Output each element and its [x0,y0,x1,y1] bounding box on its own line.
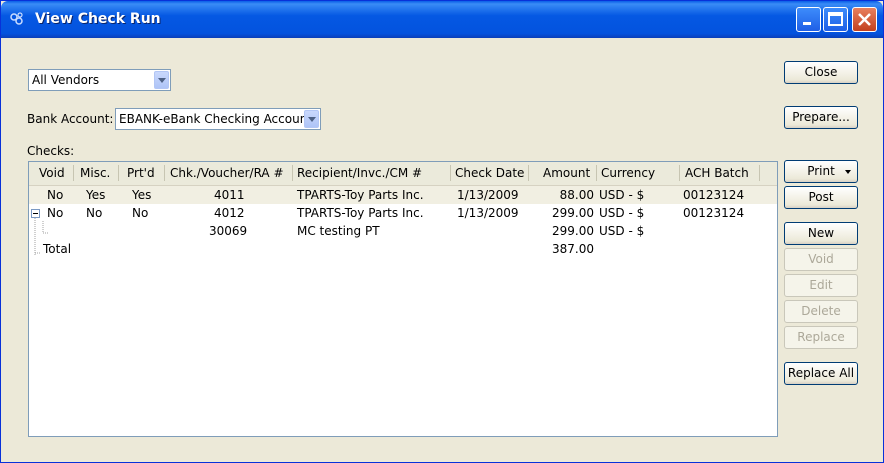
replace-all-button[interactable]: Replace All [784,362,858,385]
check-run-window: View Check Run All Vendors Bank Account:… [0,0,884,463]
cell-currency: USD - $ [599,188,645,202]
cell-currency: USD - $ [599,224,645,238]
close-button[interactable]: Close [784,61,858,84]
cell-number: 4011 [214,188,245,202]
cell-ach-batch: 00123124 [683,188,745,202]
column-header-misc[interactable]: Misc. [80,166,110,180]
cell-amount: 299.00 [552,206,594,220]
cell-printed: Yes [132,188,152,202]
column-header-check-date[interactable]: Check Date [455,166,524,180]
cell-void: No [47,188,64,202]
table-row[interactable]: No Yes Yes 4011 TPARTS-Toy Parts Inc. 1/… [29,186,777,204]
maximize-button[interactable] [823,7,848,32]
checks-header: Void Misc. Prt'd Chk./Voucher/RA # Recip… [29,162,777,186]
window-title: View Check Run [35,11,161,27]
bank-account-label: Bank Account: [27,112,114,126]
checks-label: Checks: [27,144,75,158]
print-button-label: Print [807,164,835,178]
vendor-select[interactable]: All Vendors [28,69,171,91]
cell-void: No [47,206,64,220]
column-header-currency[interactable]: Currency [601,166,655,180]
column-header-number[interactable]: Chk./Voucher/RA # [170,166,284,180]
cell-total-amount: 387.00 [552,242,594,256]
table-row-total[interactable]: Total 387.00 [29,240,777,258]
cell-amount: 88.00 [559,188,594,202]
close-window-button[interactable] [852,7,877,32]
maximize-icon [828,12,843,26]
cell-misc: No [86,206,103,220]
minimize-icon [803,22,811,25]
column-header-amount[interactable]: Amount [543,166,590,180]
dropdown-arrow-icon [845,170,851,174]
table-row[interactable]: 30069 MC testing PT 299.00 USD - $ [29,222,777,240]
cell-printed: No [132,206,149,220]
window-content: All Vendors Bank Account: EBANK-eBank Ch… [4,38,880,460]
checks-tree[interactable]: Void Misc. Prt'd Chk./Voucher/RA # Recip… [28,161,778,437]
cell-total-label: Total [43,242,72,256]
chevron-down-icon[interactable] [304,110,319,128]
cell-check-date: 1/13/2009 [457,188,519,202]
cell-currency: USD - $ [599,206,645,220]
cell-number: 4012 [214,206,245,220]
cell-recipient: TPARTS-Toy Parts Inc. [297,188,424,202]
post-button[interactable]: Post [784,186,858,209]
print-button[interactable]: Print [784,160,858,183]
column-header-ach-batch[interactable]: ACH Batch [685,166,749,180]
bank-account-value: EBANK-eBank Checking Account [119,112,313,126]
prepare-button[interactable]: Prepare... [784,106,858,129]
table-row[interactable]: No No No 4012 TPARTS-Toy Parts Inc. 1/13… [29,204,777,222]
close-icon [858,13,871,26]
minimize-button[interactable] [796,7,821,32]
cell-check-date: 1/13/2009 [457,206,519,220]
delete-button[interactable]: Delete [784,300,858,323]
cell-ach-batch: 00123124 [683,206,745,220]
column-header-printed[interactable]: Prt'd [127,166,155,180]
cell-recipient: MC testing PT [297,224,380,238]
cell-misc: Yes [86,188,106,202]
replace-button[interactable]: Replace [784,326,858,349]
cell-recipient: TPARTS-Toy Parts Inc. [297,206,424,220]
edit-button[interactable]: Edit [784,274,858,297]
cell-number: 30069 [209,224,248,238]
column-header-void[interactable]: Void [39,166,65,180]
app-icon [10,12,23,25]
void-button[interactable]: Void [784,248,858,271]
chevron-down-icon[interactable] [154,71,169,89]
vendor-select-value: All Vendors [32,73,100,87]
title-bar: View Check Run [1,1,883,38]
cell-amount: 299.00 [552,224,594,238]
column-header-recipient[interactable]: Recipient/Invc./CM # [297,166,422,180]
bank-account-select[interactable]: EBANK-eBank Checking Account [115,108,321,130]
new-button[interactable]: New [784,222,858,245]
